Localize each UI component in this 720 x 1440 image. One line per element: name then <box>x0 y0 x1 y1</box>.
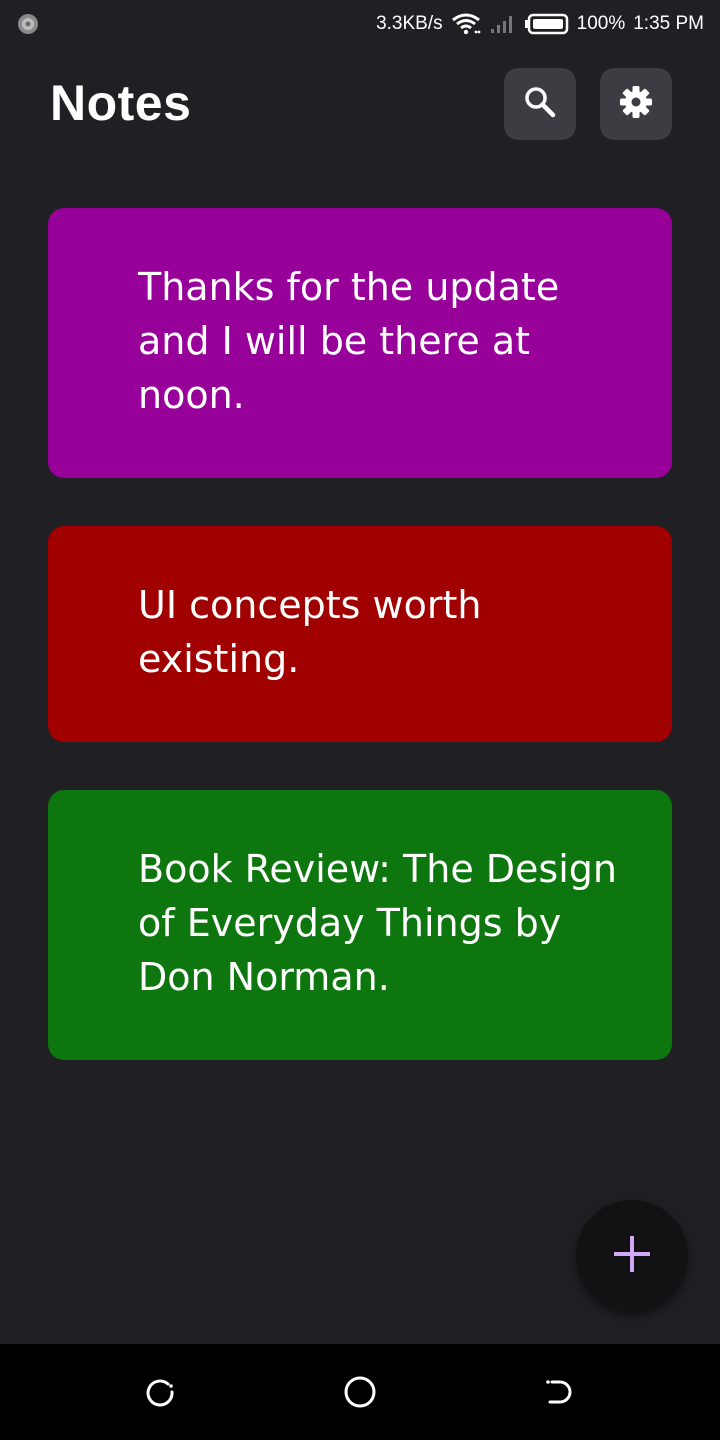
back-button[interactable] <box>540 1372 580 1412</box>
network-speed: 3.3KB/s <box>376 13 443 34</box>
app-indicator-icon <box>16 12 40 36</box>
add-note-button[interactable] <box>576 1200 688 1312</box>
page-title: Notes <box>50 75 192 131</box>
note-text: Book Review: The Design of Everyday Thin… <box>138 847 617 999</box>
gear-icon <box>618 84 654 125</box>
status-indicators: 3.3KB/s 100% 1:35 PM <box>376 0 704 48</box>
note-text: Thanks for the update and I will be ther… <box>138 265 560 417</box>
battery-percent: 100% <box>576 13 626 34</box>
clock: 1:35 PM <box>633 13 704 34</box>
note-text: UI concepts worth existing. <box>138 583 482 681</box>
search-icon <box>523 85 557 124</box>
settings-button[interactable] <box>600 68 672 140</box>
signal-icon <box>489 12 517 36</box>
search-button[interactable] <box>504 68 576 140</box>
system-nav-bar <box>0 1344 720 1440</box>
plus-icon <box>612 1234 652 1279</box>
app-header: Notes <box>0 48 720 168</box>
battery-icon <box>524 13 569 35</box>
note-card[interactable]: Book Review: The Design of Everyday Thin… <box>48 790 672 1060</box>
recent-apps-button[interactable] <box>140 1372 180 1412</box>
status-bar: 3.3KB/s 100% 1:35 PM <box>0 0 720 48</box>
back-icon <box>540 1380 580 1416</box>
note-card[interactable]: Thanks for the update and I will be ther… <box>48 208 672 478</box>
note-card[interactable]: UI concepts worth existing. <box>48 526 672 742</box>
recent-apps-icon <box>140 1379 180 1416</box>
home-icon <box>340 1376 380 1416</box>
wifi-icon <box>451 12 481 36</box>
notes-list: Thanks for the update and I will be ther… <box>48 208 672 1108</box>
home-button[interactable] <box>340 1372 380 1412</box>
